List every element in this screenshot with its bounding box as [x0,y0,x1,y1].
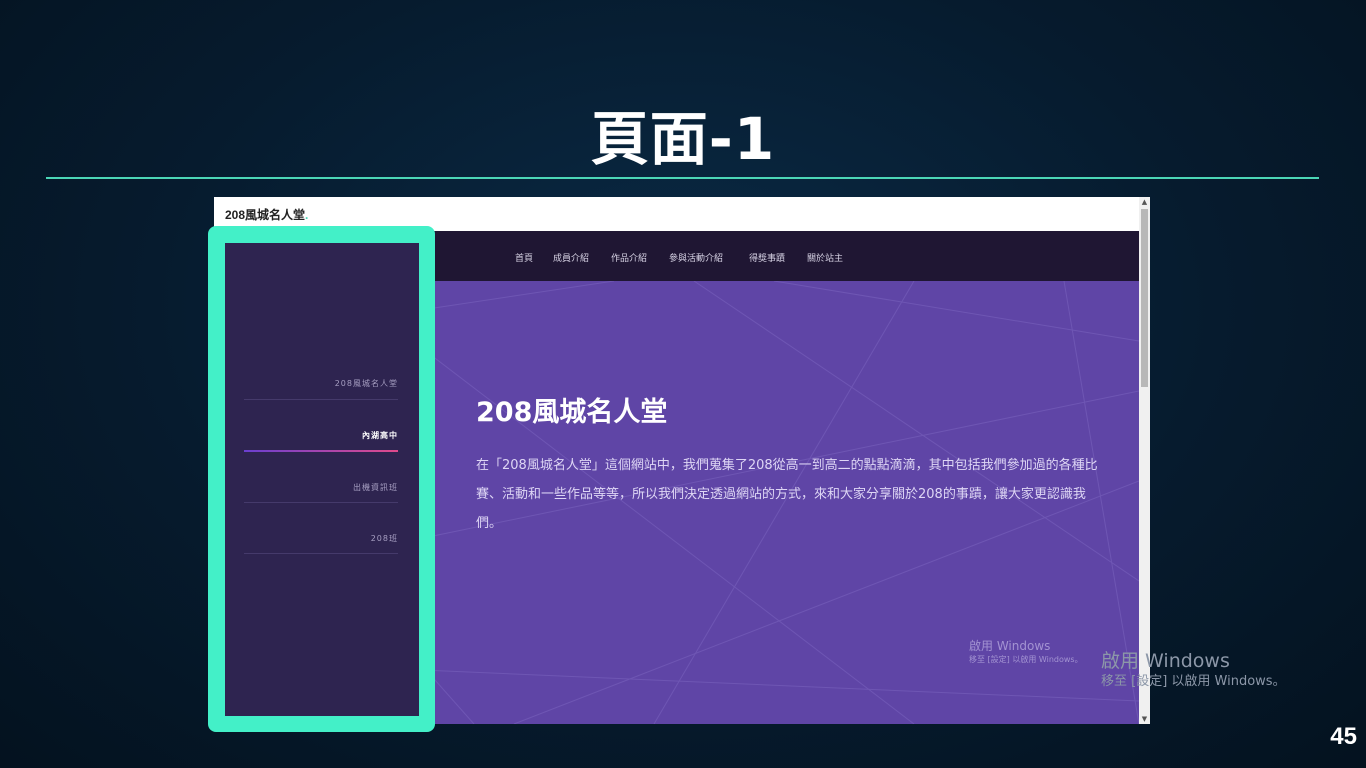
hero-title: 208風城名人堂 [476,397,668,428]
sidebar-item-class-info[interactable]: 出機資訊班 [353,482,398,493]
nav-item-about[interactable]: 關於站主 [807,251,843,264]
slide-page-number: 45 [1330,723,1357,750]
slide-title: 頁面-1 [590,105,776,173]
nav-item-home[interactable]: 首頁 [515,251,533,264]
site-brand-dot: . [305,208,309,222]
windows-activation-watermark: 啟用 Windows 移至 [設定] 以啟用 Windows。 [1101,650,1286,692]
nav-item-awards[interactable]: 得獎事蹟 [749,251,785,264]
site-watermark-subtitle: 移至 [設定] 以啟用 Windows。 [969,655,1083,664]
title-divider [46,177,1319,179]
site-brand-text: 208風城名人堂 [225,208,306,222]
sidebar-menu: 208風城名人堂 內湖高中 出機資訊班 208班 [225,243,419,716]
site-watermark-title: 啟用 Windows [969,639,1051,653]
sidebar-item-hall-of-fame[interactable]: 208風城名人堂 [335,378,398,389]
sidebar-item-class-208[interactable]: 208班 [371,533,398,544]
nav-item-activities[interactable]: 參與活動介紹 [669,251,723,264]
sidebar-divider [244,502,398,503]
watermark-subtitle: 移至 [設定] 以啟用 Windows。 [1101,674,1286,689]
site-brand[interactable]: 208風城名人堂. [225,206,308,223]
watermark-title: 啟用 Windows [1101,650,1230,672]
scroll-thumb[interactable] [1141,209,1148,387]
site-activation-watermark: 啟用 Windows 移至 [設定] 以啟用 Windows。 [969,639,1083,666]
sidebar-item-neihu-high[interactable]: 內湖高中 [362,430,398,441]
scroll-up-icon[interactable]: ▲ [1139,197,1150,207]
page-scrollbar[interactable]: ▲ ▼ [1139,197,1150,724]
scroll-down-icon[interactable]: ▼ [1139,714,1150,724]
sidebar-highlight-frame: 208風城名人堂 內湖高中 出機資訊班 208班 [208,226,435,732]
sidebar-divider [244,553,398,554]
nav-item-works[interactable]: 作品介紹 [611,251,647,264]
hero-description: 在「208風城名人堂」這個網站中，我們蒐集了208從高一到高二的點點滴滴，其中包… [476,458,1098,531]
sidebar-active-indicator [244,450,398,452]
nav-item-members[interactable]: 成員介紹 [553,251,589,264]
sidebar-divider [244,399,398,400]
